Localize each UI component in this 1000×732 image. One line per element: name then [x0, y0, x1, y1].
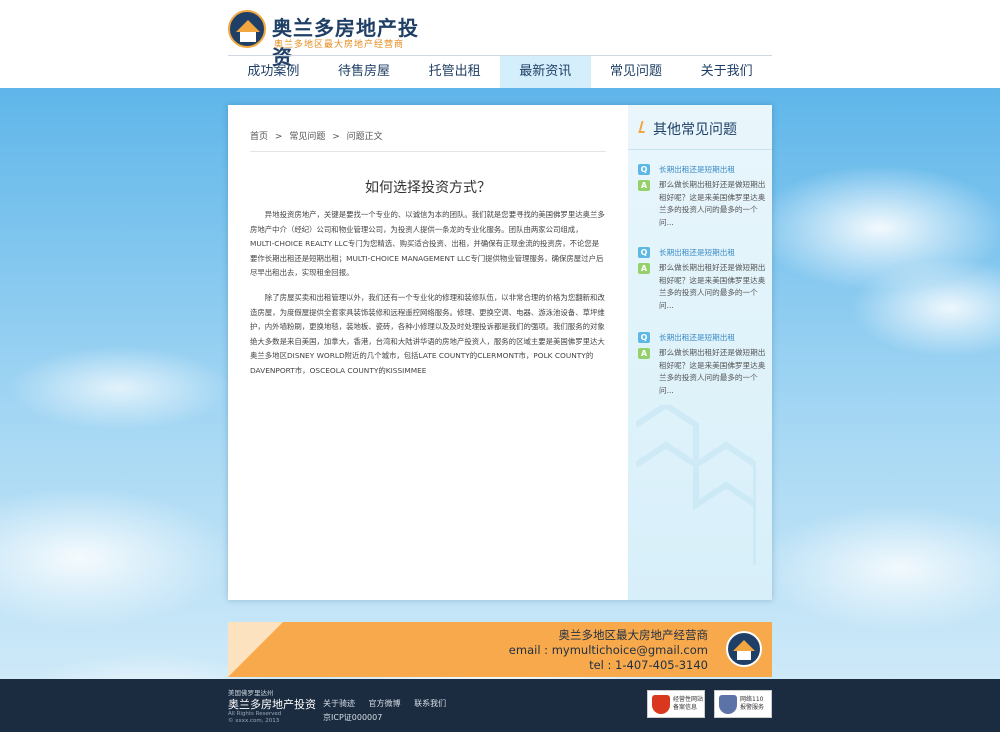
house-watermark-icon: [636, 405, 756, 565]
logo-subtitle: 奥兰多地区最大房地产经营商: [274, 40, 405, 50]
breadcrumb-section[interactable]: 常见问题: [289, 132, 325, 142]
article-paragraph: 除了房屋买卖和出租管理以外，我们还有一个专业化的修理和装修队伍，以非常合理的价格…: [250, 293, 605, 375]
article-title: 如何选择投资方式？: [365, 180, 491, 196]
banner-corner: [228, 622, 283, 677]
faq-answer: 那么做长期出租好还是做短期出租好呢？这是来美国佛罗里达奥兰多的投资人问的最多的一…: [659, 348, 766, 395]
breadcrumb-home[interactable]: 首页: [250, 132, 268, 142]
breadcrumb: 首页 > 常见问题 > 问题正文: [250, 129, 387, 142]
nav-item-success-cases[interactable]: 成功案例: [228, 56, 319, 88]
breadcrumb-current: 问题正文: [346, 132, 383, 142]
banner-email[interactable]: email : mymultichoice@gmail.com: [509, 643, 708, 658]
footer-link-contact[interactable]: 联系我们: [414, 699, 446, 708]
logo-house-icon: [726, 631, 762, 667]
faq-answer: 那么做长期出租好还是做短期出租好呢？这是来美国佛罗里达奥兰多的投资人问的最多的一…: [659, 263, 766, 310]
footer-brand: 奥兰多房地产投资: [228, 698, 316, 711]
faq-item: Q 长期出租还是短期出租 A 那么做长期出租好还是做短期出租好呢？这是来美国佛罗…: [638, 246, 768, 312]
banner-contact: 奥兰多地区最大房地产经营商 email : mymultichoice@gmai…: [509, 628, 708, 673]
a-badge-icon: A: [638, 263, 650, 274]
banner-slogan: 奥兰多地区最大房地产经营商: [558, 628, 709, 642]
q-badge-icon: Q: [638, 332, 650, 343]
a-badge-icon: A: [638, 180, 650, 191]
faq-item: Q 长期出租还是短期出租 A 那么做长期出租好还是做短期出租好呢？这是来美国佛罗…: [638, 163, 768, 229]
footer-rights-text: All Rights Reserved: [228, 711, 282, 717]
faq-question-link[interactable]: 长期出租还是短期出租: [659, 164, 735, 175]
main-nav: 成功案例 待售房屋 托管出租 最新资讯 常见问题 关于我们: [228, 56, 772, 88]
faq-question-link[interactable]: 长期出租还是短期出租: [659, 247, 735, 258]
nav-item-rental-management[interactable]: 托管出租: [409, 56, 500, 88]
faq-item: Q 长期出租还是短期出租 A 那么做长期出租好还是做短期出租好呢？这是来美国佛罗…: [638, 331, 768, 397]
sidebar-heading-icon: [638, 121, 648, 133]
seal-line: 报警服务: [740, 704, 765, 711]
seal-website-record[interactable]: 经营性网站 备案信息: [647, 690, 705, 718]
sidebar-header: 其他常见问题: [628, 105, 772, 150]
site-footer: 美国佛罗里达州 奥兰多房地产投资 All Rights Reserved © x…: [0, 679, 1000, 732]
breadcrumb-divider: [250, 151, 606, 152]
footer-link-about[interactable]: 关于骑迹: [323, 699, 355, 708]
q-badge-icon: Q: [638, 164, 650, 175]
q-badge-icon: Q: [638, 247, 650, 258]
seal-police-110[interactable]: 网络110 报警服务: [714, 690, 772, 718]
footer-rights: All Rights Reserved © xxxx.com, 2013: [228, 711, 281, 725]
nav-item-latest-news[interactable]: 最新资讯: [499, 56, 591, 88]
seal-shield-icon: [719, 695, 737, 714]
seal-line: 备案信息: [673, 704, 698, 711]
nav-item-faq[interactable]: 常见问题: [591, 56, 682, 88]
breadcrumb-chevron-icon: >: [332, 132, 340, 142]
seal-shield-icon: [652, 695, 670, 714]
nav-item-about-us[interactable]: 关于我们: [681, 56, 772, 88]
footer-link-weibo[interactable]: 官方微博: [369, 699, 401, 708]
footer-links: 关于骑迹 官方微博 联系我们: [323, 698, 457, 709]
footer-icp[interactable]: 京ICP证000007: [323, 712, 382, 723]
faq-answer: 那么做长期出租好还是做短期出租好呢？这是来美国佛罗里达奥兰多的投资人问的最多的一…: [659, 180, 766, 227]
a-badge-icon: A: [638, 348, 650, 359]
nav-item-houses-for-sale[interactable]: 待售房屋: [319, 56, 410, 88]
site-logo[interactable]: 奥兰多房地产投资 奥兰多地区最大房地产经营商: [228, 8, 428, 69]
article-paragraph: 异地投资房地产，关键是要找一个专业的、以诚信为本的团队。我们就是您要寻找的美国佛…: [250, 210, 605, 278]
sidebar-title: 其他常见问题: [653, 122, 737, 138]
faq-sidebar: 其他常见问题 Q 长期出租还是短期出租 A 那么做长期出租好还是做短期出租好呢？…: [628, 105, 772, 600]
seal-line: 经营性网站: [673, 696, 704, 703]
banner-phone: tel : 1-407-405-3140: [589, 658, 708, 672]
main-card: 首页 > 常见问题 > 问题正文 如何选择投资方式？ 异地投资房地产，关键是要找…: [228, 105, 772, 600]
logo-house-icon: [228, 10, 266, 48]
article-panel: 首页 > 常见问题 > 问题正文 如何选择投资方式？ 异地投资房地产，关键是要找…: [228, 105, 628, 600]
footer-copyright: © xxxx.com, 2013: [228, 718, 280, 724]
breadcrumb-chevron-icon: >: [274, 132, 283, 142]
contact-banner: 奥兰多地区最大房地产经营商 email : mymultichoice@gmai…: [228, 622, 772, 677]
site-header: 奥兰多房地产投资 奥兰多地区最大房地产经营商 成功案例 待售房屋 托管出租 最新…: [0, 0, 1000, 88]
seal-line: 网络110: [740, 696, 764, 703]
faq-question-link[interactable]: 长期出租还是短期出租: [659, 332, 735, 343]
